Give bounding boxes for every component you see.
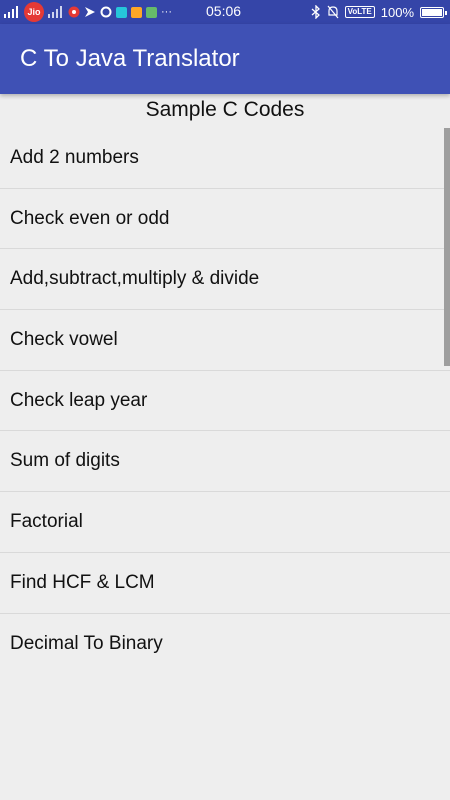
list-item-hcf-lcm[interactable]: Find HCF & LCM <box>0 553 450 614</box>
status-right-icons: VoLTE 100% <box>311 0 447 24</box>
list-item-arithmetic[interactable]: Add,subtract,multiply & divide <box>0 249 450 311</box>
app-bar: C To Java Translator <box>0 24 450 94</box>
clock: 05:06 <box>206 3 242 19</box>
vodafone-icon <box>68 4 80 20</box>
list-item-add-2-numbers[interactable]: Add 2 numbers <box>0 128 450 189</box>
list-item-leap-year[interactable]: Check leap year <box>0 371 450 432</box>
volte-icon: VoLTE <box>344 6 375 18</box>
list-item-factorial[interactable]: Factorial <box>0 492 450 553</box>
more-notifications-icon: ··· <box>161 6 172 18</box>
list-header: Sample C Codes <box>145 98 305 121</box>
status-bar: Jio ··· 05:06 VoLTE 100% <box>0 0 450 24</box>
app-icon <box>116 6 127 18</box>
app-icon <box>146 6 157 18</box>
list-item-check-vowel[interactable]: Check vowel <box>0 310 450 371</box>
status-left-icons: Jio ··· <box>0 0 172 24</box>
jio-icon: Jio <box>24 2 44 22</box>
list-item-decimal-to-binary[interactable]: Decimal To Binary <box>0 614 450 675</box>
signal-icon <box>4 4 20 20</box>
list-item-check-even-odd[interactable]: Check even or odd <box>0 189 450 250</box>
settings-icon <box>100 4 112 20</box>
sample-code-list: Add 2 numbers Check even or odd Add,subt… <box>0 128 450 674</box>
app-icon <box>131 6 142 18</box>
battery-icon <box>420 6 447 18</box>
mute-icon <box>327 4 339 20</box>
signal-icon-2 <box>48 4 64 20</box>
scrollbar[interactable] <box>444 128 450 366</box>
battery-percent: 100% <box>380 4 414 20</box>
send-icon <box>84 4 96 20</box>
app-title: C To Java Translator <box>20 45 240 72</box>
bluetooth-icon <box>311 4 321 20</box>
list-item-sum-of-digits[interactable]: Sum of digits <box>0 431 450 493</box>
